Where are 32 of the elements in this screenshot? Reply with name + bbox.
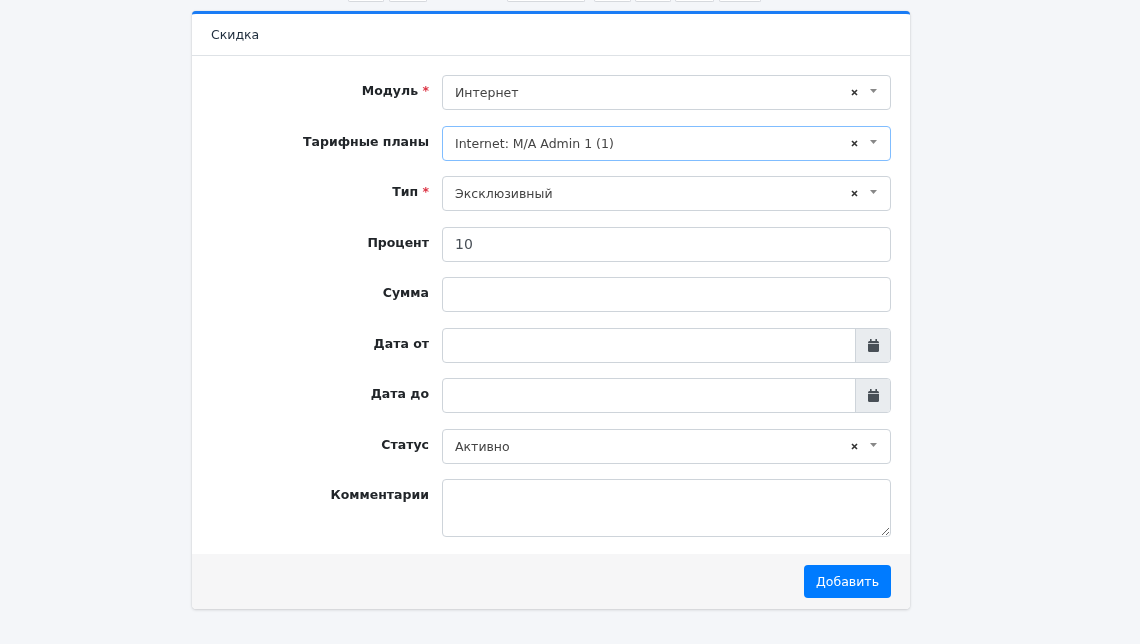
field-label: Тарифные планы bbox=[303, 133, 429, 149]
field-label: Тип * bbox=[392, 184, 429, 199]
calendar-button[interactable] bbox=[855, 328, 890, 362]
field-label: Сумма bbox=[382, 285, 429, 300]
calendar-icon bbox=[867, 389, 879, 402]
clear-icon[interactable] bbox=[851, 139, 858, 147]
select-field[interactable]: Интернет bbox=[442, 75, 891, 110]
clear-icon[interactable] bbox=[851, 442, 858, 450]
select-field[interactable]: Активно bbox=[442, 428, 891, 464]
date-field[interactable] bbox=[442, 327, 891, 363]
input-field[interactable]: 10 bbox=[442, 226, 891, 262]
caret-icon bbox=[870, 190, 877, 194]
add-button[interactable]: Добавить bbox=[804, 565, 891, 598]
field-label: Дата до bbox=[370, 386, 429, 401]
select-field[interactable]: Эксклюзивный bbox=[442, 176, 891, 211]
clear-icon[interactable] bbox=[851, 190, 858, 197]
calendar-icon bbox=[867, 338, 879, 352]
field-label: Статус bbox=[381, 436, 429, 452]
input-field[interactable] bbox=[442, 277, 891, 312]
comment-field[interactable] bbox=[442, 479, 891, 537]
field-label: Дата от bbox=[373, 335, 429, 351]
clear-icon[interactable] bbox=[851, 89, 858, 96]
field-label: Процент bbox=[367, 234, 429, 250]
select-field[interactable]: Internet: M/A Admin 1 (1) bbox=[442, 125, 891, 161]
caret-icon bbox=[870, 442, 877, 447]
calendar-button[interactable] bbox=[855, 379, 890, 412]
card-title: Скидка bbox=[211, 27, 260, 42]
caret-icon bbox=[870, 139, 877, 144]
field-label: Модуль * bbox=[361, 83, 429, 98]
date-field[interactable] bbox=[442, 378, 891, 413]
field-label: Комментарии bbox=[330, 487, 429, 502]
caret-icon bbox=[870, 89, 877, 93]
